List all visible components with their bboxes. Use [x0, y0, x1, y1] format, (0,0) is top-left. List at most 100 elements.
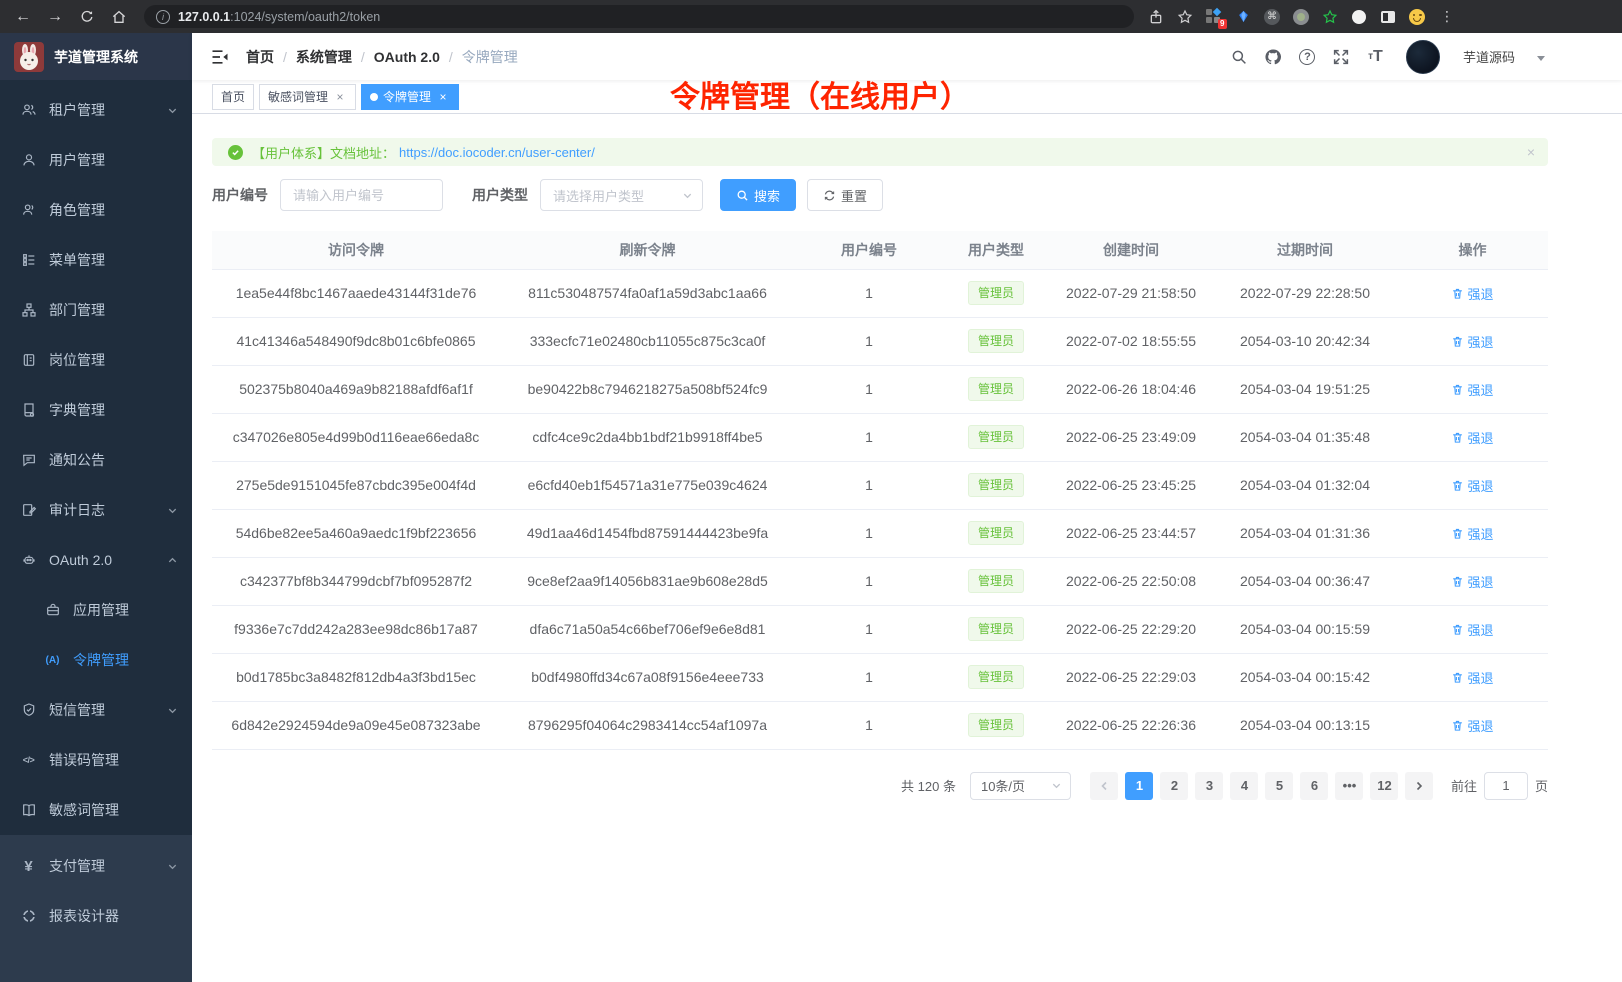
- force-logout-button[interactable]: 强退: [1451, 620, 1493, 639]
- sidebar-item-oauth-token[interactable]: (A) 令牌管理: [0, 635, 192, 685]
- caret-down-icon[interactable]: [1537, 56, 1545, 61]
- user-type-tag: 管理员: [968, 377, 1024, 401]
- role-icon: [20, 202, 37, 219]
- browser-menu-icon[interactable]: ⋮: [1438, 8, 1456, 25]
- sidebar: 芋道管理系统 租户管理 用户管理 角色管理 菜单管理: [0, 33, 192, 982]
- sidebar-item-oauth[interactable]: OAuth 2.0: [0, 535, 192, 585]
- force-logout-button[interactable]: 强退: [1451, 332, 1493, 351]
- refresh-token-cell: 8796295f04064c2983414cc54af1097a: [500, 701, 795, 749]
- trash-icon: [1451, 719, 1464, 732]
- bookmark-star-icon[interactable]: [1177, 9, 1193, 25]
- sidebar-item-dept[interactable]: 部门管理: [0, 285, 192, 335]
- page-button[interactable]: •••: [1335, 772, 1363, 800]
- breadcrumb-home[interactable]: 首页: [246, 47, 274, 67]
- site-info-icon[interactable]: i: [156, 10, 170, 24]
- force-logout-button[interactable]: 强退: [1451, 476, 1493, 495]
- search-icon[interactable]: [1230, 47, 1249, 66]
- sidebar-item-sensitive[interactable]: 敏感词管理: [0, 785, 192, 835]
- prev-page-button[interactable]: [1090, 772, 1118, 800]
- user-id-cell: 1: [795, 413, 943, 461]
- force-logout-button[interactable]: 强退: [1451, 572, 1493, 591]
- access-token-cell: 6d842e2924594de9a09e45e087323abe: [212, 701, 500, 749]
- gem-extension-icon[interactable]: [1235, 9, 1251, 25]
- white-extension-icon[interactable]: [1351, 9, 1367, 25]
- username[interactable]: 芋道源码: [1463, 47, 1515, 66]
- reset-button[interactable]: 重置: [807, 179, 883, 211]
- home-icon[interactable]: [106, 4, 132, 30]
- page-button[interactable]: 1: [1125, 772, 1153, 800]
- page-button[interactable]: 6: [1300, 772, 1328, 800]
- tab-sensitive-words[interactable]: 敏感词管理 ×: [259, 84, 356, 110]
- page-button[interactable]: 3: [1195, 772, 1223, 800]
- alert-close-icon[interactable]: ×: [1527, 144, 1535, 160]
- font-size-icon[interactable]: тT: [1366, 47, 1385, 66]
- access-token-cell: c347026e805e4d99b0d116eae66eda8c: [212, 413, 500, 461]
- sidebar-item-post[interactable]: 岗位管理: [0, 335, 192, 385]
- table-row: 54d6be82ee5a460a9aedc1f9bf223656 49d1aa4…: [212, 509, 1548, 557]
- forward-icon[interactable]: →: [42, 4, 68, 30]
- force-logout-button[interactable]: 强退: [1451, 428, 1493, 447]
- close-icon[interactable]: ×: [436, 90, 450, 104]
- sidebar-item-pay[interactable]: ¥ 支付管理: [0, 841, 192, 891]
- doc-link[interactable]: https://doc.iocoder.cn/user-center/: [399, 145, 595, 160]
- sidebar-item-menu[interactable]: 菜单管理: [0, 235, 192, 285]
- side-panel-icon[interactable]: [1380, 9, 1396, 25]
- page-button[interactable]: 5: [1265, 772, 1293, 800]
- user-id-input[interactable]: [280, 179, 443, 211]
- table-row: 275e5de9151045fe87cbdc395e004f4d e6cfd40…: [212, 461, 1548, 509]
- tab-home[interactable]: 首页: [212, 84, 254, 110]
- profile-avatar-icon[interactable]: [1409, 9, 1425, 25]
- force-logout-button[interactable]: 强退: [1451, 524, 1493, 543]
- share-icon[interactable]: [1148, 9, 1164, 25]
- sidebar-item-dict[interactable]: 字典管理: [0, 385, 192, 435]
- sidebar-item-tenant[interactable]: 租户管理: [0, 85, 192, 135]
- expires-at-cell: 2054-03-04 00:36:47: [1213, 557, 1397, 605]
- table-row: c347026e805e4d99b0d116eae66eda8c cdfc4ce…: [212, 413, 1548, 461]
- user-type-cell: 管理员: [943, 557, 1049, 605]
- trash-icon: [1451, 479, 1464, 492]
- page-button[interactable]: 2: [1160, 772, 1188, 800]
- search-button[interactable]: 搜索: [720, 179, 796, 211]
- page-button[interactable]: 4: [1230, 772, 1258, 800]
- force-logout-button[interactable]: 强退: [1451, 716, 1493, 735]
- sidebar-item-oauth-apps[interactable]: 应用管理: [0, 585, 192, 635]
- sidebar-item-errorcode[interactable]: </> 错误码管理: [0, 735, 192, 785]
- help-icon[interactable]: ?: [1298, 47, 1317, 66]
- force-logout-button[interactable]: 强退: [1451, 284, 1493, 303]
- chevron-down-icon: [167, 105, 178, 116]
- close-icon[interactable]: ×: [333, 90, 347, 104]
- command-extension-icon[interactable]: ⌘: [1264, 9, 1280, 25]
- chevron-down-icon: [1051, 780, 1062, 791]
- sidebar-item-user[interactable]: 用户管理: [0, 135, 192, 185]
- app-logo[interactable]: 芋道管理系统: [0, 33, 192, 80]
- goto-page-input[interactable]: [1484, 772, 1528, 800]
- back-icon[interactable]: ←: [10, 4, 36, 30]
- user-id-cell: 1: [795, 269, 943, 317]
- user-type-select[interactable]: 请选择用户类型: [540, 179, 703, 211]
- page-button[interactable]: 12: [1370, 772, 1398, 800]
- sidebar-item-role[interactable]: 角色管理: [0, 185, 192, 235]
- tab-token-management[interactable]: 令牌管理 ×: [361, 84, 459, 110]
- breadcrumb-oauth[interactable]: OAuth 2.0: [374, 49, 440, 65]
- sidebar-item-report-designer[interactable]: 报表设计器: [0, 891, 192, 941]
- fullscreen-icon[interactable]: [1332, 47, 1351, 66]
- users-icon: [20, 102, 37, 119]
- sidebar-item-notice[interactable]: 通知公告: [0, 435, 192, 485]
- green-star-extension-icon[interactable]: [1322, 9, 1338, 25]
- address-bar[interactable]: i 127.0.0.1:1024/system/oauth2/token: [144, 5, 1134, 28]
- trash-icon: [1451, 671, 1464, 684]
- next-page-button[interactable]: [1405, 772, 1433, 800]
- reload-icon[interactable]: [74, 4, 100, 30]
- breadcrumb-system[interactable]: 系统管理: [296, 47, 352, 67]
- force-logout-button[interactable]: 强退: [1451, 380, 1493, 399]
- refresh-token-cell: 333ecfc71e02480cb11055c875c3ca0f: [500, 317, 795, 365]
- github-icon[interactable]: [1264, 47, 1283, 66]
- collapse-sidebar-icon[interactable]: [210, 47, 230, 67]
- sidebar-item-audit[interactable]: 审计日志: [0, 485, 192, 535]
- user-avatar[interactable]: [1406, 40, 1440, 74]
- sidebar-item-sms[interactable]: 短信管理: [0, 685, 192, 735]
- extension-grid-icon[interactable]: 9: [1206, 9, 1222, 25]
- page-size-select[interactable]: 10条/页: [970, 772, 1071, 800]
- recorder-extension-icon[interactable]: [1293, 9, 1309, 25]
- force-logout-button[interactable]: 强退: [1451, 668, 1493, 687]
